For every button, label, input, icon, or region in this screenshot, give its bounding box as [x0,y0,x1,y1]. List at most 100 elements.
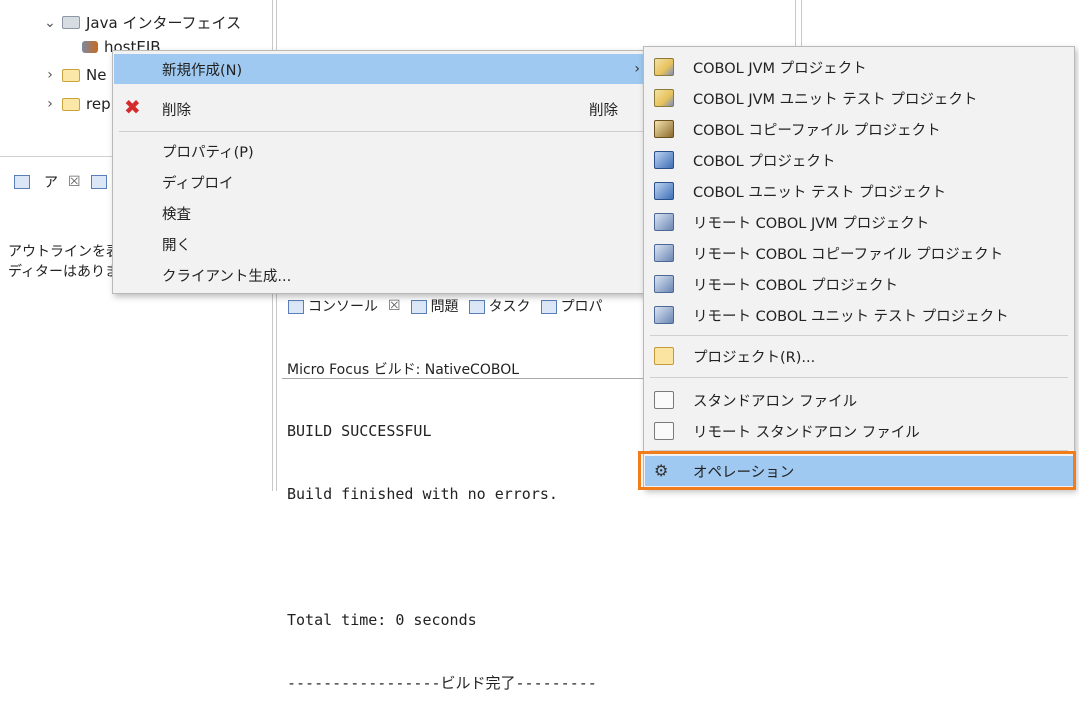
tab-properties[interactable]: プロパ [540,296,603,316]
submenu-item-cobol-copyfile-project[interactable]: COBOL コピーファイル プロジェクト [645,114,1073,144]
project-icon [654,347,674,365]
cobol-project-icon [654,151,674,169]
console-line: Total time: 0 seconds [287,611,477,629]
submenu-item-label: リモート COBOL プロジェクト [693,277,898,294]
tree-item-label: Java インターフェイス [86,14,242,32]
console-output: BUILD SUCCESSFUL Build finished with no … [287,379,597,715]
submenu-item-label: リモート COBOL ユニット テスト プロジェクト [693,308,1009,325]
tree-item-java-interface[interactable]: ⌄ Java インターフェイス [44,12,241,33]
delete-icon: ✖ [124,95,141,119]
submenu-item-label: リモート COBOL コピーファイル プロジェクト [693,246,1004,263]
new-submenu: COBOL JVM プロジェクト COBOL JVM ユニット テスト プロジェ… [643,46,1075,489]
menu-item-properties[interactable]: プロパティ(P) [114,136,650,166]
close-icon[interactable]: ☒ [68,174,81,190]
menu-item-deploy[interactable]: ディプロイ [114,167,650,197]
submenu-item-cobol-unit-test[interactable]: COBOL ユニット テスト プロジェクト [645,176,1073,206]
console-line: Build finished with no errors. [287,485,558,503]
menu-item-generate-client[interactable]: クライアント生成... [114,260,650,290]
submenu-item-remote-unit-test[interactable]: リモート COBOL ユニット テスト プロジェクト [645,300,1073,330]
menu-item-label: 新規作成(N) [162,62,243,79]
menu-item-open[interactable]: 開く [114,229,650,259]
console-tabbar: コンソール ☒ 問題 タスク プロパ [288,296,603,316]
menu-item-label: 削除 [162,102,191,119]
remote-cobol-jvm-icon [654,213,674,231]
tab-label: タスク [488,299,531,315]
menu-item-inspect[interactable]: 検査 [114,198,650,228]
cobol-copyfile-project-icon [654,120,674,138]
menu-separator [650,377,1068,378]
outline-tab[interactable]: ア ☒ [14,172,111,192]
tree-item-ne[interactable]: › Ne [44,66,106,84]
remote-unit-test-icon [654,306,674,324]
submenu-item-label: COBOL JVM ユニット テスト プロジェクト [693,91,978,108]
submenu-item-label: COBOL ユニット テスト プロジェクト [693,184,947,201]
menu-item-label: 開く [162,237,191,254]
tab-problems[interactable]: 問題 [410,296,459,316]
tree-item-label: rep [86,95,111,113]
menu-separator [119,131,645,132]
remote-copyfile-icon [654,244,674,262]
operation-icon: ⚙ [654,461,669,480]
tasks-icon [468,300,485,314]
outline-message: アウトラインを表 ディターはありま [8,242,120,282]
submenu-item-remote-standalone-file[interactable]: リモート スタンドアロン ファイル [645,416,1073,446]
submenu-item-operation[interactable]: ⚙ オペレーション [645,456,1073,486]
submenu-item-remote-cobol-project[interactable]: リモート COBOL プロジェクト [645,269,1073,299]
menu-accelerator: 削除 [589,102,618,119]
submenu-item-label: リモート COBOL JVM プロジェクト [693,215,930,232]
remote-cobol-project-icon [654,275,674,293]
chevron-right-icon[interactable]: › [44,67,56,83]
menu-item-label: 検査 [162,206,191,223]
submenu-item-remote-cobol-jvm[interactable]: リモート COBOL JVM プロジェクト [645,207,1073,237]
menu-separator [650,335,1068,336]
menu-item-label: ディプロイ [162,175,234,192]
console-line: -----------------ビルド完了--------- [287,674,597,692]
menu-item-delete[interactable]: ✖ 削除 削除 [114,94,650,124]
menu-item-new[interactable]: 新規作成(N) › [114,54,650,84]
folder-icon [62,68,80,82]
tab-label: コンソール [308,299,378,315]
folder-icon [62,16,80,29]
submenu-item-label: COBOL コピーファイル プロジェクト [693,122,941,139]
submenu-item-standalone-file[interactable]: スタンドアロン ファイル [645,385,1073,415]
submenu-item-label: スタンドアロン ファイル [693,393,858,410]
submenu-item-label: COBOL プロジェクト [693,153,836,170]
console-header: Micro Focus ビルド: NativeCOBOL [287,362,520,378]
submenu-item-project[interactable]: プロジェクト(R)... [645,341,1073,371]
tab-label: 問題 [430,299,459,315]
console-line: BUILD SUCCESSFUL [287,422,432,440]
submenu-item-cobol-project[interactable]: COBOL プロジェクト [645,145,1073,175]
chevron-right-icon[interactable]: › [44,96,56,112]
close-icon[interactable]: ☒ [388,298,401,314]
standalone-file-icon [654,391,674,409]
submenu-item-label: オペレーション [693,464,795,481]
submenu-item-label: リモート スタンドアロン ファイル [693,424,920,441]
chevron-right-icon: › [634,61,640,77]
chevron-down-icon[interactable]: ⌄ [44,15,56,31]
menu-separator [650,450,1068,451]
submenu-item-cobol-jvm-project[interactable]: COBOL JVM プロジェクト [645,52,1073,82]
tree-item-label: Ne [86,66,107,84]
outline-icon [14,175,30,189]
submenu-item-remote-copyfile[interactable]: リモート COBOL コピーファイル プロジェクト [645,238,1073,268]
outline-tab-label: ア [44,175,58,191]
submenu-item-label: プロジェクト(R)... [693,349,816,366]
tree-item-rep[interactable]: › rep [44,95,111,113]
context-menu: 新規作成(N) › ✖ 削除 削除 プロパティ(P) ディプロイ 検査 開く ク… [112,50,652,294]
menu-item-label: プロパティ(P) [162,144,254,161]
console-icon [288,300,304,314]
second-view-icon[interactable] [90,175,107,189]
folder-icon [62,97,80,111]
menu-item-label: クライアント生成... [162,268,292,285]
cobol-jvm-project-icon [654,58,674,76]
tab-console[interactable]: コンソール [288,296,378,316]
remote-standalone-file-icon [654,422,674,440]
tab-tasks[interactable]: タスク [468,296,531,316]
problems-icon [410,300,427,314]
submenu-item-cobol-jvm-unit-test[interactable]: COBOL JVM ユニット テスト プロジェクト [645,83,1073,113]
ejb-icon [82,41,98,53]
cobol-unit-test-icon [654,182,674,200]
properties-icon [540,300,557,314]
outline-message-line: ディターはありま [8,264,120,280]
